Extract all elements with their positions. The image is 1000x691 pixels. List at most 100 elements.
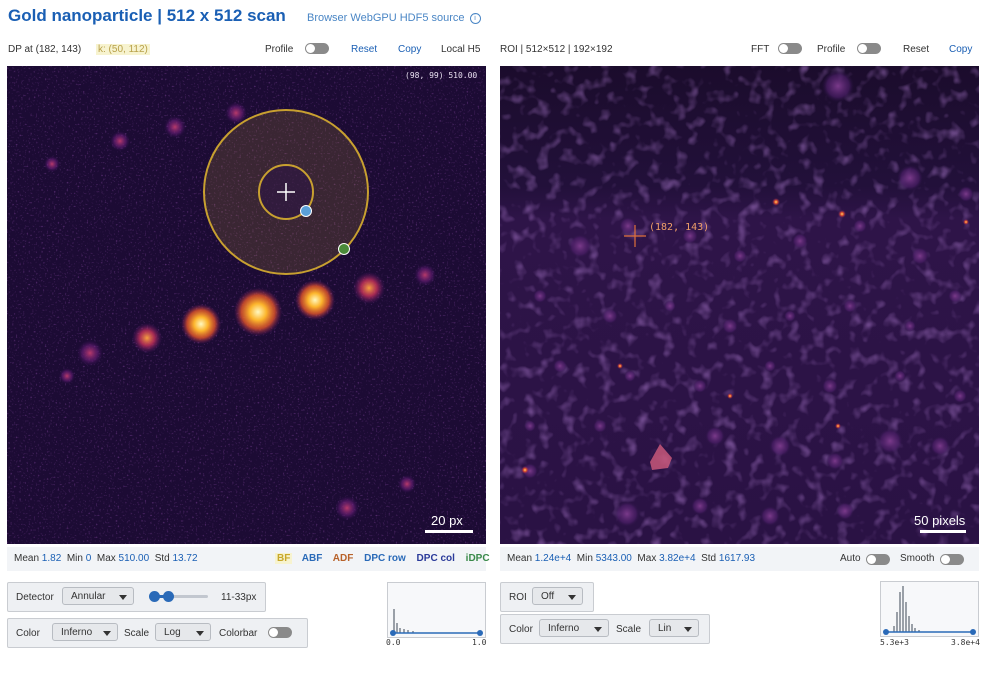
left-hist-max-label: 1.0 xyxy=(472,638,487,647)
right-std-value: 1617.93 xyxy=(718,553,756,564)
right-min-label: Min xyxy=(576,553,593,564)
left-std-value: 13.72 xyxy=(172,553,198,564)
left-mean-value: 1.82 xyxy=(41,553,62,564)
right-color-label: Color xyxy=(509,624,533,635)
fft-toggle[interactable] xyxy=(778,43,802,54)
left-max-value: 510.00 xyxy=(118,553,150,564)
page-subtitle: Browser WebGPU HDF5 source i xyxy=(307,12,481,24)
right-scale-select[interactable]: Lin xyxy=(649,619,699,637)
left-hist-min-label: 0.0 xyxy=(386,638,401,647)
roi-label: ROI xyxy=(509,592,527,603)
annular-detector-overlay[interactable] xyxy=(203,109,369,275)
left-stats: Mean 1.82 Min 0 Max 510.00 Std 13.72 xyxy=(14,553,198,564)
auto-toggle[interactable] xyxy=(866,554,890,565)
detector-controls: Detector Annular 11-33px xyxy=(7,582,266,612)
left-reset-button[interactable]: Reset xyxy=(351,44,377,55)
colorbar-toggle[interactable] xyxy=(268,627,292,638)
mode-dpc-row-tab[interactable]: DPC row xyxy=(364,553,406,564)
right-stats: Mean 1.24e+4 Min 5343.00 Max 3.82e+4 Std… xyxy=(507,553,755,564)
right-max-value: 3.82e+4 xyxy=(659,553,696,564)
right-profile-toggle[interactable] xyxy=(857,43,881,54)
right-hist-min-label: 5.3e+3 xyxy=(880,638,909,647)
left-histogram-bars xyxy=(393,609,414,633)
right-color-controls: Color Inferno Scale Lin xyxy=(500,614,710,644)
radius-max-handle[interactable] xyxy=(163,591,174,602)
chevron-down-icon xyxy=(568,595,576,600)
mode-abf-tab[interactable]: ABF xyxy=(302,553,323,564)
local-h5-button[interactable]: Local H5 xyxy=(441,44,480,55)
chevron-down-icon xyxy=(119,595,127,600)
roi-select-value: Off xyxy=(541,591,555,602)
right-histogram[interactable] xyxy=(880,581,979,637)
detector-label: Detector xyxy=(16,592,54,603)
chevron-down-icon xyxy=(103,631,111,636)
left-hist-min-handle[interactable] xyxy=(390,630,396,636)
dp-position-label: DP at (182, 143) xyxy=(8,44,82,55)
right-scalebar-label: 50 pixels xyxy=(914,513,966,528)
colorbar-label: Colorbar xyxy=(219,628,258,639)
position-marker-label: (182, 143) xyxy=(649,222,709,233)
right-max-label: Max xyxy=(637,553,657,564)
chevron-down-icon xyxy=(684,627,692,632)
right-colormap-select[interactable]: Inferno xyxy=(539,619,609,637)
right-hist-max-handle[interactable] xyxy=(970,629,976,635)
mode-dpc-col-tab[interactable]: DPC col xyxy=(417,553,455,564)
mode-adf-tab[interactable]: ADF xyxy=(333,553,354,564)
right-scalebar: 50 pixels xyxy=(914,513,966,533)
info-icon[interactable]: i xyxy=(469,12,481,24)
right-reset-button[interactable]: Reset xyxy=(903,44,929,55)
left-min-value: 0 xyxy=(85,553,92,564)
smooth-toggle[interactable] xyxy=(940,554,964,565)
vi-texture xyxy=(500,66,979,544)
right-profile-label: Profile xyxy=(817,44,846,55)
right-histogram-bars xyxy=(893,586,920,632)
radius-range-track[interactable] xyxy=(149,591,208,602)
right-copy-button[interactable]: Copy xyxy=(949,44,972,55)
radius-min-handle[interactable] xyxy=(149,591,160,602)
left-std-label: Std xyxy=(154,553,170,564)
detector-select-value: Annular xyxy=(71,591,106,602)
right-hist-max-label: 3.8e+4 xyxy=(951,638,980,647)
chevron-down-icon xyxy=(594,627,602,632)
roi-controls: ROI Off xyxy=(500,582,594,612)
inner-radius-handle[interactable] xyxy=(300,205,312,217)
right-mean-value: 1.24e+4 xyxy=(534,553,572,564)
detector-select[interactable]: Annular xyxy=(62,587,134,605)
right-colormap-value: Inferno xyxy=(548,623,580,634)
smooth-label: Smooth xyxy=(900,553,935,564)
virtual-image-view[interactable]: (182, 143) 50 pixels xyxy=(500,66,979,544)
auto-label: Auto xyxy=(840,553,861,564)
mode-idpc-tab[interactable]: iDPC xyxy=(466,553,490,564)
right-mean-label: Mean xyxy=(507,553,533,564)
chevron-down-icon xyxy=(196,631,204,636)
left-min-label: Min xyxy=(66,553,83,564)
diffraction-pattern-view[interactable]: (98, 99) 510.00 20 px xyxy=(7,66,486,544)
left-colormap-value: Inferno xyxy=(61,627,93,638)
roi-select[interactable]: Off xyxy=(532,587,583,605)
radius-range-label: 11-33px xyxy=(221,592,257,603)
page-title: Gold nanoparticle | 512 x 512 scan xyxy=(8,6,286,25)
cursor-readout: (98, 99) 510.00 xyxy=(405,71,477,80)
right-scale-value: Lin xyxy=(658,623,672,634)
right-std-label: Std xyxy=(701,553,717,564)
outer-radius-handle[interactable] xyxy=(338,243,350,255)
left-hist-max-handle[interactable] xyxy=(477,630,483,636)
left-color-label: Color xyxy=(16,628,40,639)
left-profile-toggle[interactable] xyxy=(305,43,329,54)
left-histogram[interactable] xyxy=(387,582,486,638)
right-min-value: 5343.00 xyxy=(595,553,632,564)
fft-label: FFT xyxy=(751,44,770,55)
mode-bf-tab[interactable]: BF xyxy=(275,553,293,564)
right-hist-min-handle[interactable] xyxy=(883,629,889,635)
left-copy-button[interactable]: Copy xyxy=(398,44,421,55)
left-mean-label: Mean xyxy=(14,553,40,564)
left-color-controls: Color Inferno Scale Log Colorbar xyxy=(7,618,308,648)
left-colormap-select[interactable]: Inferno xyxy=(52,623,118,641)
left-scale-select[interactable]: Log xyxy=(155,623,211,641)
roi-info-label: ROI | 512×512 | 192×192 xyxy=(500,44,613,55)
left-profile-label: Profile xyxy=(265,44,294,55)
subtitle-text: Browser WebGPU HDF5 source xyxy=(307,12,465,24)
k-label-text: k: (50, 112) xyxy=(96,44,150,55)
right-scale-label: Scale xyxy=(616,624,642,635)
detector-mode-tabs: BF ABF ADF DPC row DPC col iDPC xyxy=(275,553,490,564)
